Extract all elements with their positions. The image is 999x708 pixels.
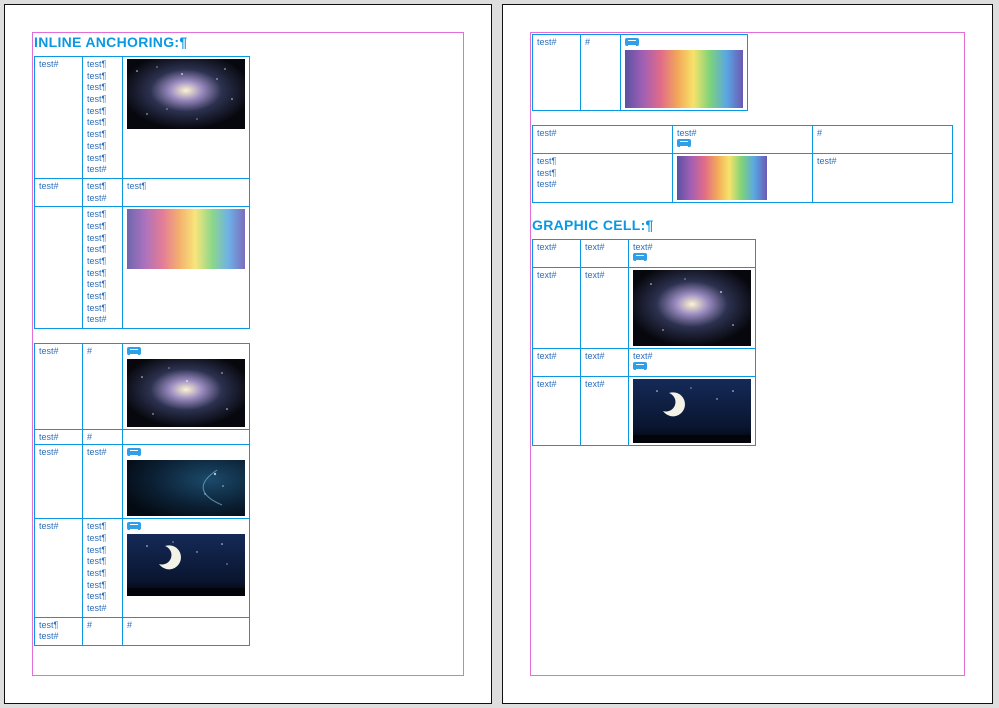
- cell: test#: [813, 154, 953, 203]
- cell: test#: [35, 519, 83, 618]
- table-continuation-top: test# #: [532, 34, 748, 111]
- cell: test#: [35, 430, 83, 445]
- cell: text#: [581, 377, 629, 446]
- cell-image: [123, 344, 250, 430]
- anchor-icon: [677, 139, 691, 147]
- dark-swirl-image: [127, 460, 245, 516]
- anchor-icon: [633, 253, 647, 261]
- cell: test¶ test¶ test¶ test¶ test¶ test¶ test…: [83, 519, 123, 618]
- rainbow-gradient-image: [625, 50, 743, 108]
- table-mid: test# test# # test¶ test¶ test#: [532, 125, 953, 203]
- cell: #: [83, 430, 123, 445]
- cell-image: [123, 207, 250, 329]
- page-left: INLINE ANCHORING:¶ test# test¶ test¶ tes…: [4, 4, 492, 704]
- galaxy-image: [633, 270, 751, 346]
- cell: test¶ test¶ test¶ test¶ test¶ test¶ test…: [83, 207, 123, 329]
- cell-image: [629, 377, 756, 446]
- cell: test#: [35, 445, 83, 519]
- rainbow-gradient-image: [127, 209, 245, 269]
- indesign-spread: INLINE ANCHORING:¶ test# test¶ test¶ tes…: [0, 0, 999, 708]
- crescent-moon-night-image: [127, 534, 245, 596]
- cell: test¶ test#: [35, 617, 83, 645]
- page-right: test# # test# test#: [502, 4, 993, 704]
- table-inline-anchoring-2: test# #: [34, 343, 250, 646]
- table-inline-anchoring-1: test# test¶ test¶ test¶ test¶ test¶ test…: [34, 56, 250, 329]
- cell-image: [123, 445, 250, 519]
- galaxy-image: [127, 359, 245, 427]
- heading-inline-anchoring: INLINE ANCHORING:¶: [34, 34, 462, 50]
- cell: #: [83, 617, 123, 645]
- cell-image: [123, 519, 250, 618]
- cell: text#: [533, 240, 581, 268]
- anchor-icon: [127, 522, 141, 530]
- cell: #: [581, 35, 621, 111]
- anchor-icon: [633, 362, 647, 370]
- cell-image: [629, 268, 756, 349]
- cell: test¶: [123, 178, 250, 206]
- cell: test¶ test#: [83, 178, 123, 206]
- cell: #: [123, 617, 250, 645]
- cell-image: [673, 154, 813, 203]
- cell: [123, 430, 250, 445]
- anchor-icon: [127, 347, 141, 355]
- anchor-icon: [625, 38, 639, 46]
- cell: test#: [35, 344, 83, 430]
- rainbow-gradient-image: [677, 156, 808, 200]
- cell: test¶ test¶ test#: [533, 154, 673, 203]
- galaxy-image: [127, 59, 245, 129]
- cell: test#: [35, 178, 83, 206]
- cell: text#: [533, 349, 581, 377]
- cell: [35, 207, 83, 329]
- table-graphic-cell: text# text# text# text# text#: [532, 239, 756, 446]
- cell: test#: [35, 57, 83, 179]
- cell: #: [813, 126, 953, 154]
- cell: text#: [581, 349, 629, 377]
- heading-graphic-cell: GRAPHIC CELL:¶: [532, 217, 963, 233]
- cell-image: [123, 57, 250, 179]
- cell: text#: [629, 349, 756, 377]
- cell: text#: [581, 268, 629, 349]
- cell: text#: [533, 268, 581, 349]
- cell: test¶ test¶ test¶ test¶ test¶ test¶ test…: [83, 57, 123, 179]
- cell: text#: [581, 240, 629, 268]
- cell: #: [83, 344, 123, 430]
- cell: text#: [629, 240, 756, 268]
- cell: text#: [533, 377, 581, 446]
- cell: test#: [533, 126, 673, 154]
- cell: test#: [533, 35, 581, 111]
- cell: test#: [673, 126, 813, 154]
- cell: test#: [83, 445, 123, 519]
- crescent-moon-night-image: [633, 379, 751, 443]
- cell-image: [621, 35, 748, 111]
- anchor-icon: [127, 448, 141, 456]
